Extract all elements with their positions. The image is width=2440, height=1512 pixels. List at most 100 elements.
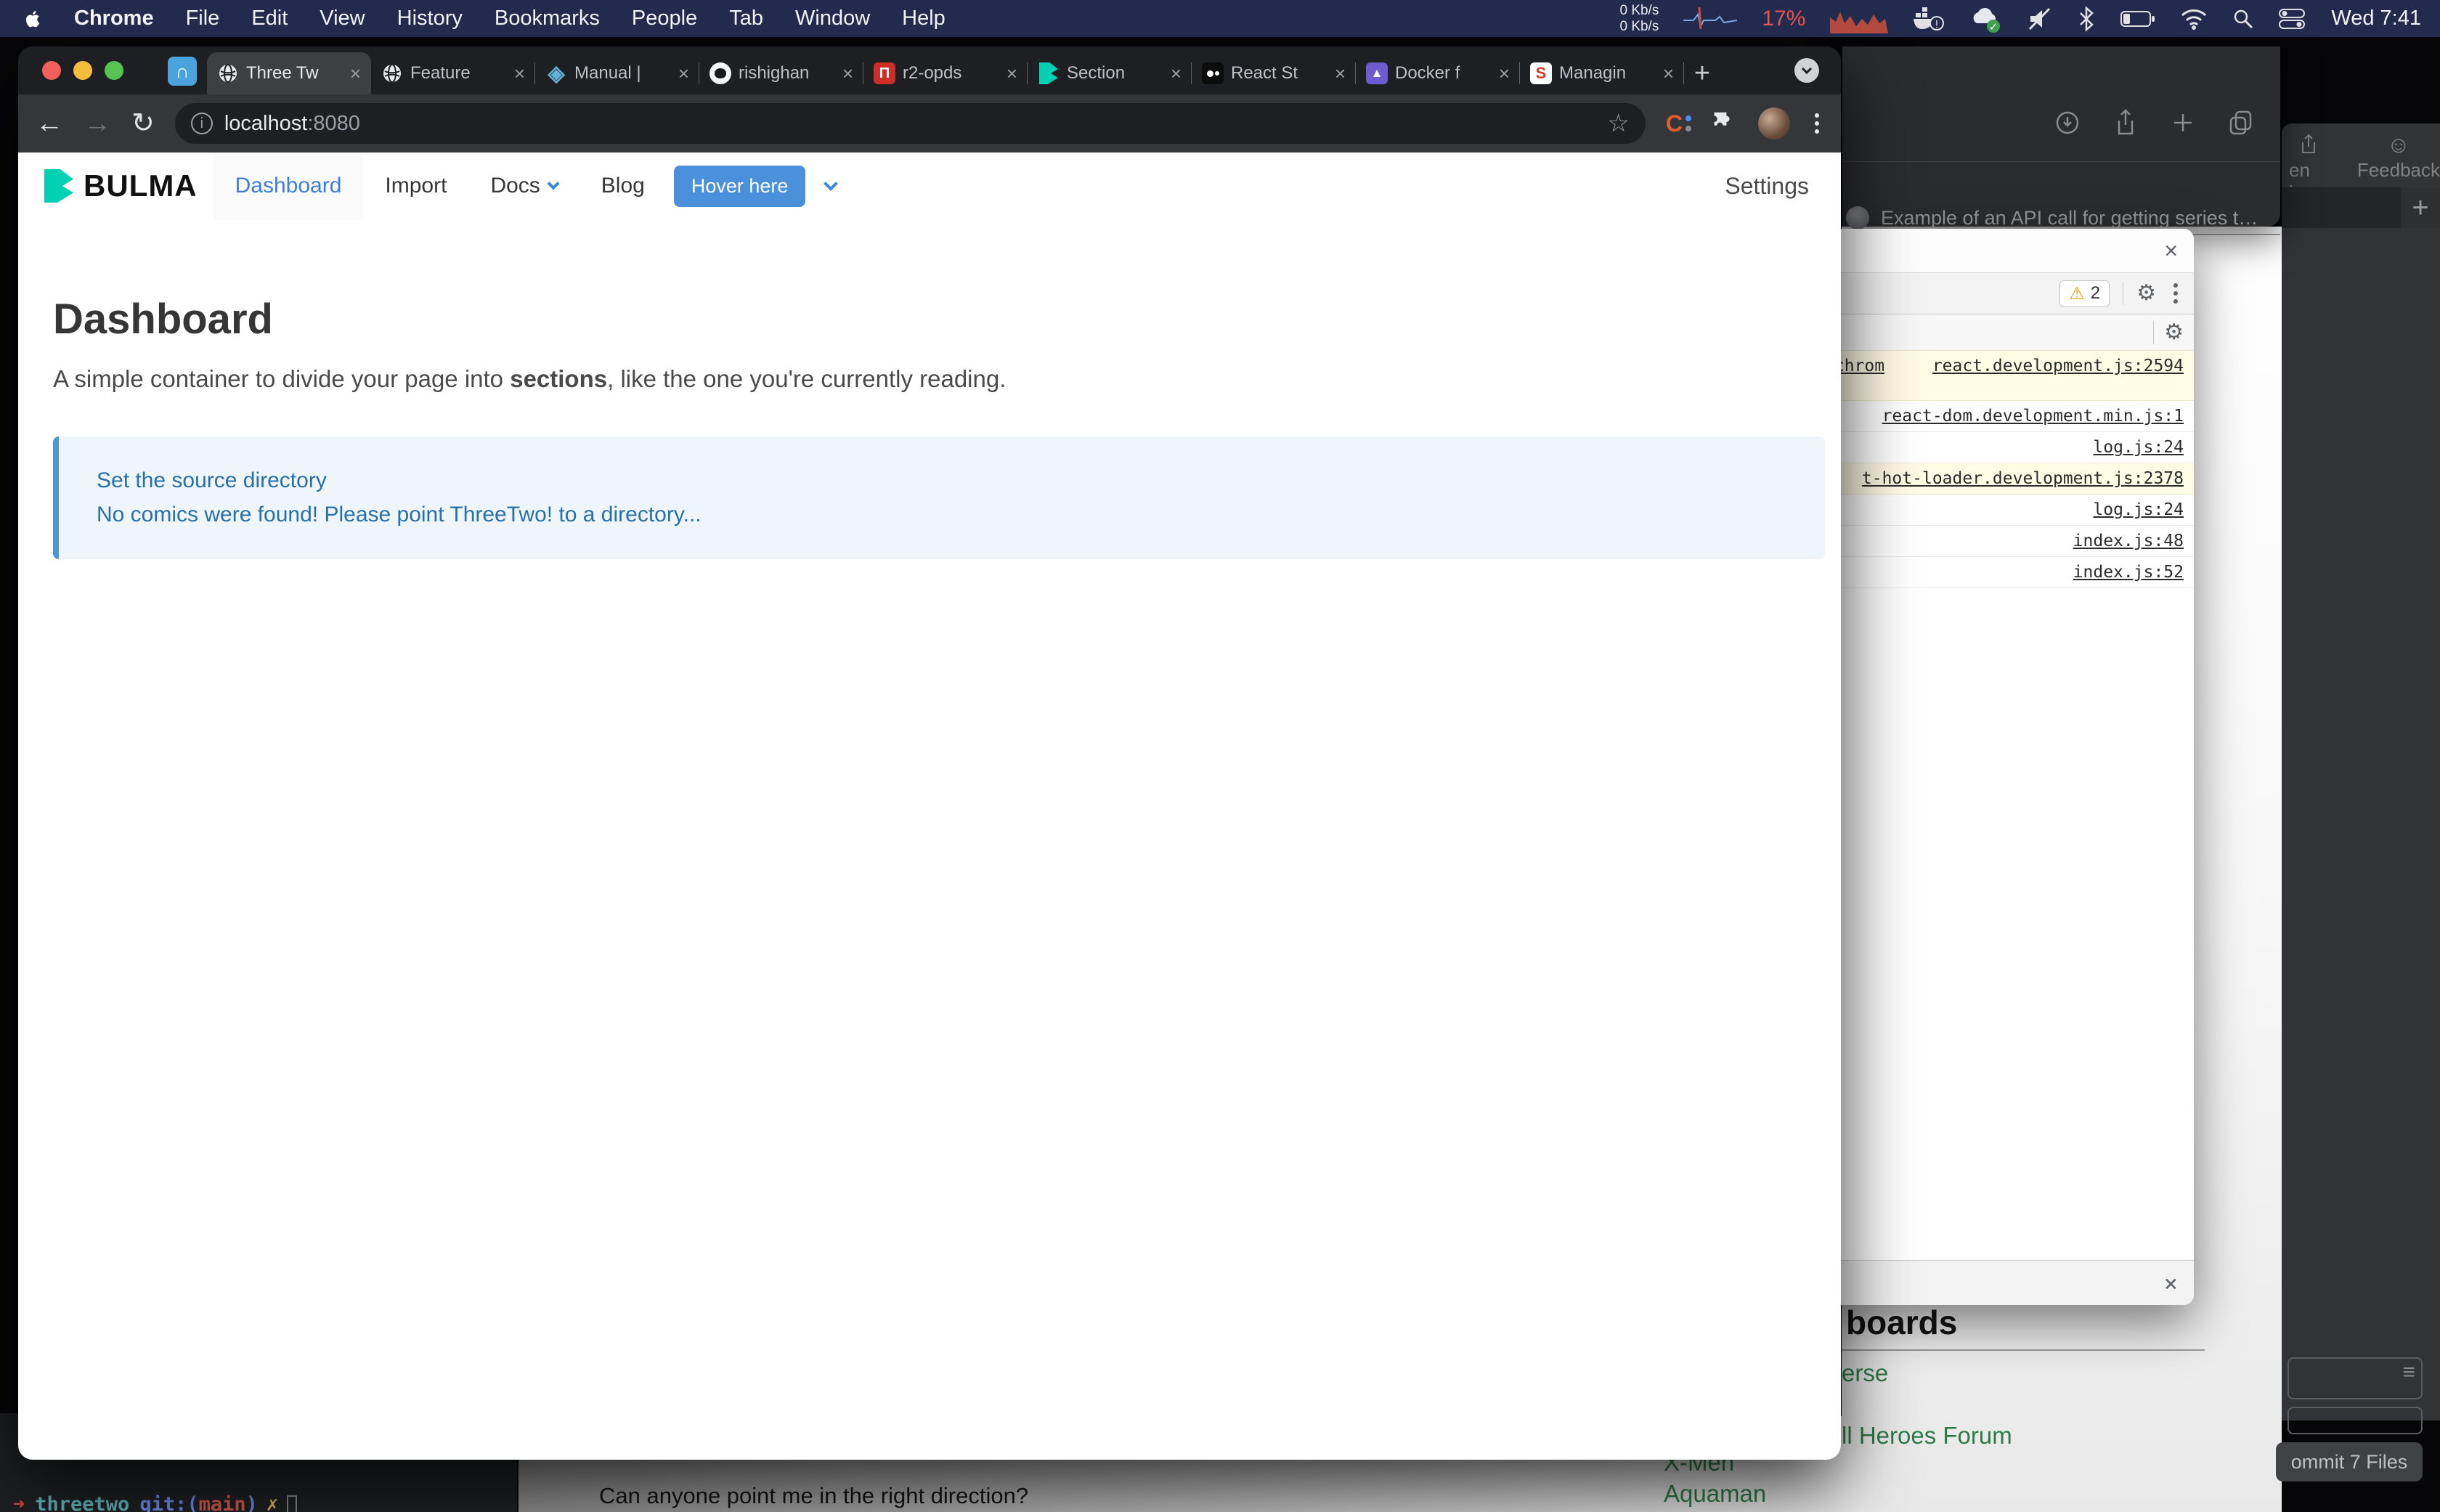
commit-message-input[interactable]: ≡	[2288, 1357, 2423, 1399]
menu-item-history[interactable]: History	[397, 7, 463, 31]
tab-managing[interactable]: S Managin ×	[1520, 52, 1684, 94]
tab-react[interactable]: React St ×	[1192, 52, 1356, 94]
copy-icon[interactable]	[2228, 110, 2254, 139]
close-icon[interactable]: ×	[1499, 62, 1510, 85]
commit-button[interactable]: ommit 7 Files	[2276, 1442, 2423, 1481]
source-link[interactable]: react.development.js:2594	[1932, 357, 2184, 375]
battery-percent[interactable]: 17%	[1762, 7, 1805, 31]
bulma-logo-icon	[44, 169, 73, 203]
forum-link-heroes[interactable]: ll Heroes Forum	[1842, 1422, 2012, 1450]
forum-link-aquaman[interactable]: Aquaman	[1664, 1480, 1766, 1508]
extensions-puzzle-icon[interactable]	[1712, 109, 1738, 139]
volume-muted-icon[interactable]	[2028, 7, 2052, 31]
devtools-bottom-bar: ×	[1814, 1260, 2194, 1305]
source-link[interactable]: index.js:52	[2073, 563, 2184, 582]
tab-manual[interactable]: ◈ Manual | ×	[535, 52, 699, 94]
source-link[interactable]: react-dom.development.min.js:1	[1882, 407, 2184, 426]
extension-c-icon[interactable]: C	[1666, 110, 1691, 137]
menu-item-tab[interactable]: Tab	[729, 7, 763, 31]
forward-icon[interactable]: →	[84, 110, 111, 137]
bluetooth-icon[interactable]	[2077, 6, 2096, 32]
tab-feature[interactable]: Feature ×	[371, 52, 535, 94]
profile-avatar[interactable]	[1758, 107, 1790, 139]
new-tab-button[interactable]: +	[1684, 52, 1720, 94]
wifi-icon[interactable]	[2180, 8, 2208, 30]
control-center-icon[interactable]	[2279, 8, 2306, 30]
close-icon[interactable]: ×	[1663, 62, 1674, 85]
menu-item-people[interactable]: People	[632, 7, 697, 31]
source-link[interactable]: log.js:24	[2093, 438, 2184, 457]
api-example-caption[interactable]: Example of an API call for getting serie…	[1881, 207, 2267, 229]
tab-search-button[interactable]	[1794, 58, 1819, 83]
menu-item-edit[interactable]: Edit	[251, 7, 288, 31]
back-icon[interactable]: ←	[36, 110, 63, 137]
nav-item-docs[interactable]: Docs	[468, 153, 579, 219]
brand[interactable]: BULMA	[44, 153, 198, 219]
network-graph-icon[interactable]	[1683, 4, 1737, 33]
close-icon[interactable]: ×	[350, 62, 361, 85]
cloud-sync-icon[interactable]: ✓	[1969, 4, 2003, 33]
source-link[interactable]: index.js:48	[2073, 532, 2184, 550]
menu-item-bookmarks[interactable]: Bookmarks	[495, 7, 600, 31]
close-icon[interactable]: ×	[2164, 1269, 2178, 1297]
hover-here-button[interactable]: Hover here	[674, 166, 806, 207]
terminal-cursor	[287, 1495, 297, 1512]
spotlight-search-icon[interactable]	[2232, 8, 2254, 30]
nav-item-blog[interactable]: Blog	[580, 153, 667, 219]
menu-item-help[interactable]: Help	[902, 7, 946, 31]
close-icon[interactable]: ×	[842, 62, 853, 85]
pinned-tab[interactable]: ∩	[168, 57, 197, 86]
battery-icon[interactable]	[2120, 9, 2155, 29]
kebab-menu-icon[interactable]	[2169, 283, 2182, 304]
forum-link-universe[interactable]: erse	[1842, 1359, 1888, 1387]
terminal-prompt[interactable]: ➜threetwogit:(main)✗	[13, 1493, 297, 1512]
memory-graph-icon[interactable]	[1830, 4, 1888, 33]
apple-icon[interactable]	[25, 9, 42, 29]
close-icon[interactable]: ×	[514, 62, 525, 85]
menu-clock[interactable]: Wed 7:41	[2331, 7, 2421, 31]
address-bar[interactable]: i localhost:8080 ☆	[175, 103, 1646, 144]
gear-icon[interactable]: ⚙	[2136, 283, 2156, 304]
chevron-down-icon[interactable]	[824, 176, 839, 191]
bookmark-star-icon[interactable]: ☆	[1607, 109, 1629, 138]
close-icon[interactable]: ×	[1171, 62, 1182, 85]
svg-text:✓: ✓	[1989, 21, 1998, 33]
desktop: Chrome File Edit View History Bookmarks …	[0, 0, 2440, 1512]
tab-docker[interactable]: ▲ Docker f ×	[1356, 52, 1520, 94]
tab-r2opds[interactable]: Π r2-opds ×	[863, 52, 1028, 94]
minimize-window-button[interactable]	[73, 61, 92, 80]
new-tab-button[interactable]: +	[2401, 187, 2440, 228]
plus-icon[interactable]	[2171, 111, 2195, 138]
browser-menu-icon[interactable]	[1810, 113, 1823, 134]
nav-item-settings[interactable]: Settings	[1725, 153, 1809, 219]
commit-description-input[interactable]	[2288, 1407, 2423, 1434]
docker-menu-icon[interactable]: !	[1913, 6, 1945, 32]
close-icon[interactable]: ×	[678, 62, 689, 85]
download-icon[interactable]	[2055, 110, 2080, 139]
share-icon[interactable]	[2113, 109, 2138, 140]
close-icon[interactable]: ×	[2164, 237, 2178, 264]
source-link[interactable]: t-hot-loader.development.js:2378	[1862, 469, 2184, 488]
nav-item-import[interactable]: Import	[363, 153, 468, 219]
console-row: react-dom.development.min.js:1	[1814, 401, 2194, 432]
menu-item-view[interactable]: View	[320, 7, 365, 31]
close-icon[interactable]: ×	[1335, 62, 1346, 85]
menu-item-window[interactable]: Window	[795, 7, 870, 31]
tab-section[interactable]: Section ×	[1028, 52, 1192, 94]
info-message: Set the source directory No comics were …	[53, 436, 1825, 559]
tab-github[interactable]: rishighan ×	[699, 52, 863, 94]
source-link[interactable]: log.js:24	[2093, 500, 2184, 519]
menu-item-file[interactable]: File	[186, 7, 220, 31]
close-window-button[interactable]	[42, 61, 61, 80]
nav-item-dashboard[interactable]: Dashboard	[214, 153, 364, 219]
warning-count-badge[interactable]: ⚠ 2	[2059, 280, 2110, 307]
tab-three-two[interactable]: Three Tw ×	[207, 52, 371, 94]
site-info-icon[interactable]: i	[191, 113, 213, 134]
close-icon[interactable]: ×	[1006, 62, 1017, 85]
gear-icon[interactable]: ⚙	[2164, 322, 2184, 344]
reload-icon[interactable]: ↻	[131, 110, 155, 137]
zoom-window-button[interactable]	[105, 61, 123, 80]
menu-app-name[interactable]: Chrome	[74, 7, 154, 31]
chrome-window: ∩ Three Tw × Feature × ◈ Manual | ×	[18, 46, 1841, 1460]
divider	[1842, 161, 2280, 162]
